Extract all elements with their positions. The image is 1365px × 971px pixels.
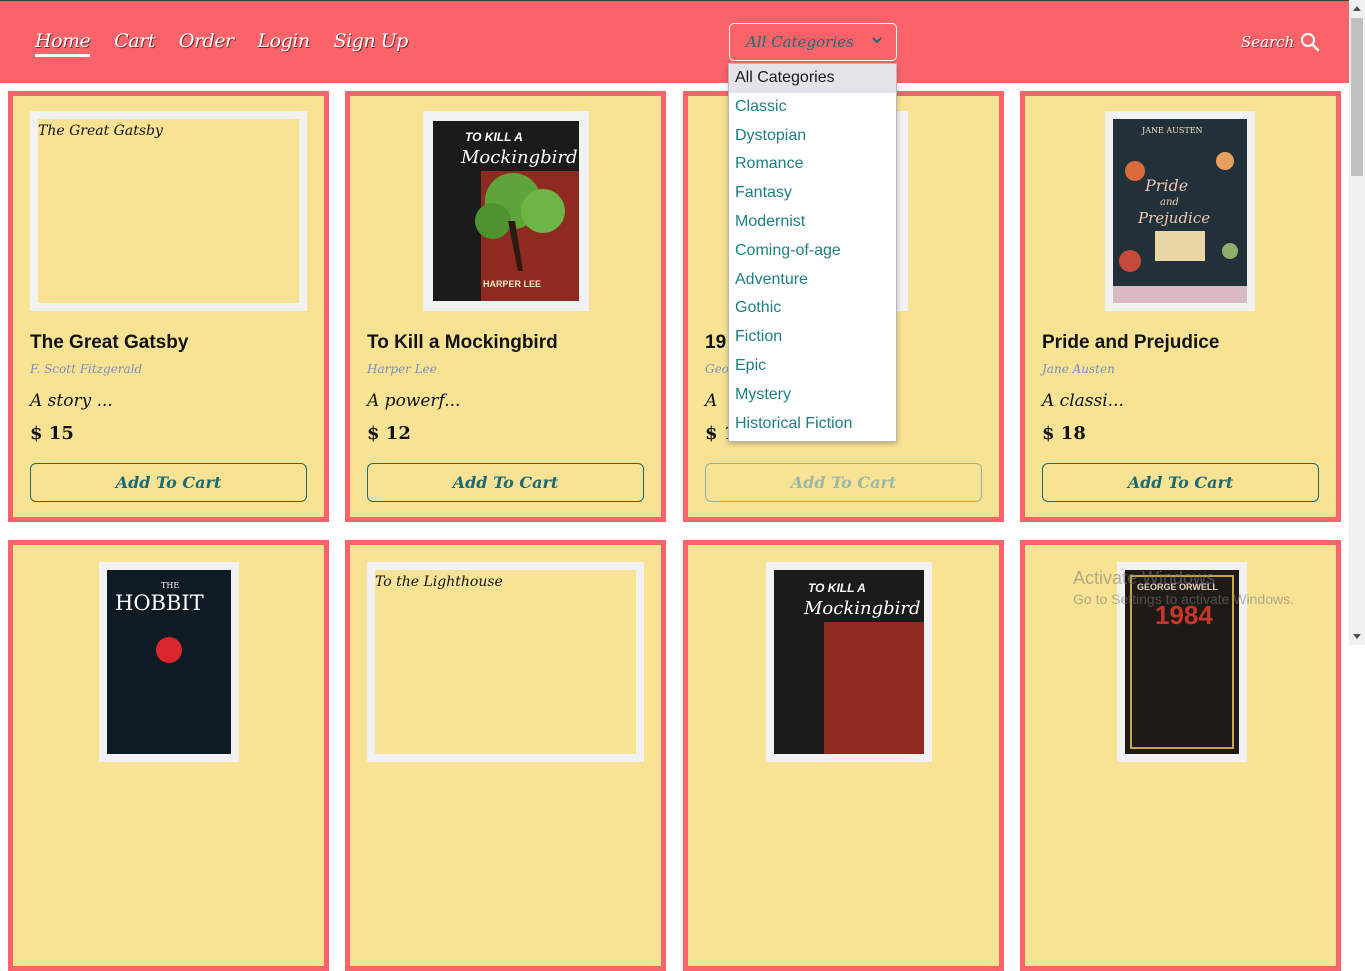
scroll-down-arrow-icon[interactable]: [1349, 629, 1365, 645]
book-card: THE HOBBIT: [8, 540, 329, 971]
category-select[interactable]: All Categories: [729, 23, 897, 61]
nav-login-link[interactable]: Login: [258, 30, 311, 57]
category-option[interactable]: Historical Fiction: [729, 410, 896, 439]
category-option[interactable]: Fiction: [729, 323, 896, 352]
nav-signup-link[interactable]: Sign Up: [334, 30, 409, 57]
book-cover[interactable]: TO KILL A Mockingbird HARPER LEE: [423, 111, 589, 311]
search-label: Search: [1241, 33, 1295, 51]
category-option[interactable]: Epic: [729, 352, 896, 381]
category-option[interactable]: Adventure: [729, 266, 896, 295]
book-cover[interactable]: THE HOBBIT: [99, 562, 239, 762]
add-to-cart-button[interactable]: Add To Cart: [1042, 463, 1319, 502]
add-to-cart-button[interactable]: Add To Cart: [705, 463, 982, 502]
main-nav: Home Cart Order Login Sign Up: [35, 30, 408, 57]
category-dropdown-list: All Categories Classic Dystopian Romance…: [728, 63, 897, 442]
chevron-down-icon: [872, 37, 882, 44]
category-option[interactable]: Dystopian: [729, 122, 896, 151]
book-card: The Great Gatsby The Great Gatsby F. Sco…: [8, 91, 329, 522]
category-option[interactable]: Mystery: [729, 381, 896, 410]
svg-text:Mockingbird: Mockingbird: [803, 598, 921, 619]
book-author: F. Scott Fitzgerald: [30, 362, 143, 376]
cover-alt-text: The Great Gatsby: [38, 123, 163, 139]
book-cover[interactable]: TO KILL A Mockingbird: [766, 562, 932, 762]
book-author: Jane Austen: [1042, 362, 1115, 376]
search-icon: [1301, 33, 1320, 52]
nav-order-link[interactable]: Order: [179, 30, 234, 57]
category-option[interactable]: Coming-of-age: [729, 237, 896, 266]
book-title: Pride and Prejudice: [1042, 332, 1220, 353]
book-description: A classi...: [1042, 391, 1124, 411]
category-select-value: All Categories: [746, 33, 854, 51]
category-option[interactable]: Classic: [729, 93, 896, 122]
book-card: JANE AUSTEN Pride and Prejudice Pride an…: [1020, 91, 1341, 522]
svg-text:HARPER LEE: HARPER LEE: [483, 279, 541, 289]
book-author: Harper Lee: [367, 362, 437, 376]
mockingbird-cover-image: TO KILL A Mockingbird: [774, 570, 924, 754]
svg-text:THE: THE: [161, 581, 179, 590]
pride-prejudice-cover-image: JANE AUSTEN Pride and Prejudice: [1113, 119, 1247, 303]
svg-text:TO KILL A: TO KILL A: [465, 130, 523, 144]
svg-text:Pride: Pride: [1144, 176, 1188, 195]
book-price: $ 15: [30, 423, 74, 444]
hobbit-cover-image: THE HOBBIT: [107, 570, 231, 754]
svg-text:and: and: [1160, 197, 1179, 208]
category-option[interactable]: Romance: [729, 150, 896, 179]
top-navbar: Home Cart Order Login Sign Up All Catego…: [0, 0, 1349, 83]
category-option[interactable]: Modernist: [729, 208, 896, 237]
svg-text:JANE AUSTEN: JANE AUSTEN: [1141, 126, 1203, 135]
category-option[interactable]: All Categories: [729, 64, 896, 93]
category-option[interactable]: Gothic: [729, 294, 896, 323]
svg-text:Prejudice: Prejudice: [1137, 209, 1210, 227]
svg-text:HOBBIT: HOBBIT: [115, 591, 204, 615]
watermark-line-2: Go to Settings to activate Windows.: [1073, 591, 1294, 607]
scroll-up-arrow-icon[interactable]: [1349, 0, 1365, 16]
book-card: TO KILL A Mockingbird HARPER LEE To Kill…: [345, 91, 666, 522]
book-description: A story ...: [30, 391, 113, 411]
mockingbird-cover-image: TO KILL A Mockingbird HARPER LEE: [431, 119, 581, 303]
book-title: The Great Gatsby: [30, 332, 189, 353]
book-title: To Kill a Mockingbird: [367, 332, 558, 353]
book-description: A powerf...: [367, 391, 461, 411]
book-card: To the Lighthouse: [345, 540, 666, 971]
book-title: 19: [705, 332, 727, 353]
nav-cart-link[interactable]: Cart: [114, 30, 155, 57]
category-option[interactable]: Fantasy: [729, 179, 896, 208]
book-description: A: [705, 391, 718, 411]
book-cover[interactable]: To the Lighthouse: [367, 562, 644, 762]
book-card: TO KILL A Mockingbird: [683, 540, 1004, 971]
activate-windows-watermark: Activate Windows Go to Settings to activ…: [1073, 568, 1294, 607]
add-to-cart-button[interactable]: Add To Cart: [367, 463, 644, 502]
add-to-cart-button[interactable]: Add To Cart: [30, 463, 307, 502]
book-price: $ 18: [1042, 423, 1086, 444]
search-button[interactable]: Search: [1241, 32, 1320, 52]
page-scrollbar[interactable]: [1349, 0, 1365, 645]
nav-home-link[interactable]: Home: [35, 30, 91, 57]
scrollbar-thumb[interactable]: [1351, 18, 1363, 176]
svg-text:TO KILL A: TO KILL A: [808, 581, 866, 595]
book-cover[interactable]: The Great Gatsby: [30, 111, 307, 311]
book-cover[interactable]: JANE AUSTEN Pride and Prejudice: [1105, 111, 1255, 311]
cover-alt-text: To the Lighthouse: [375, 574, 503, 590]
watermark-line-1: Activate Windows: [1073, 568, 1216, 588]
svg-text:Mockingbird: Mockingbird: [460, 147, 578, 168]
book-price: $ 12: [367, 423, 411, 444]
